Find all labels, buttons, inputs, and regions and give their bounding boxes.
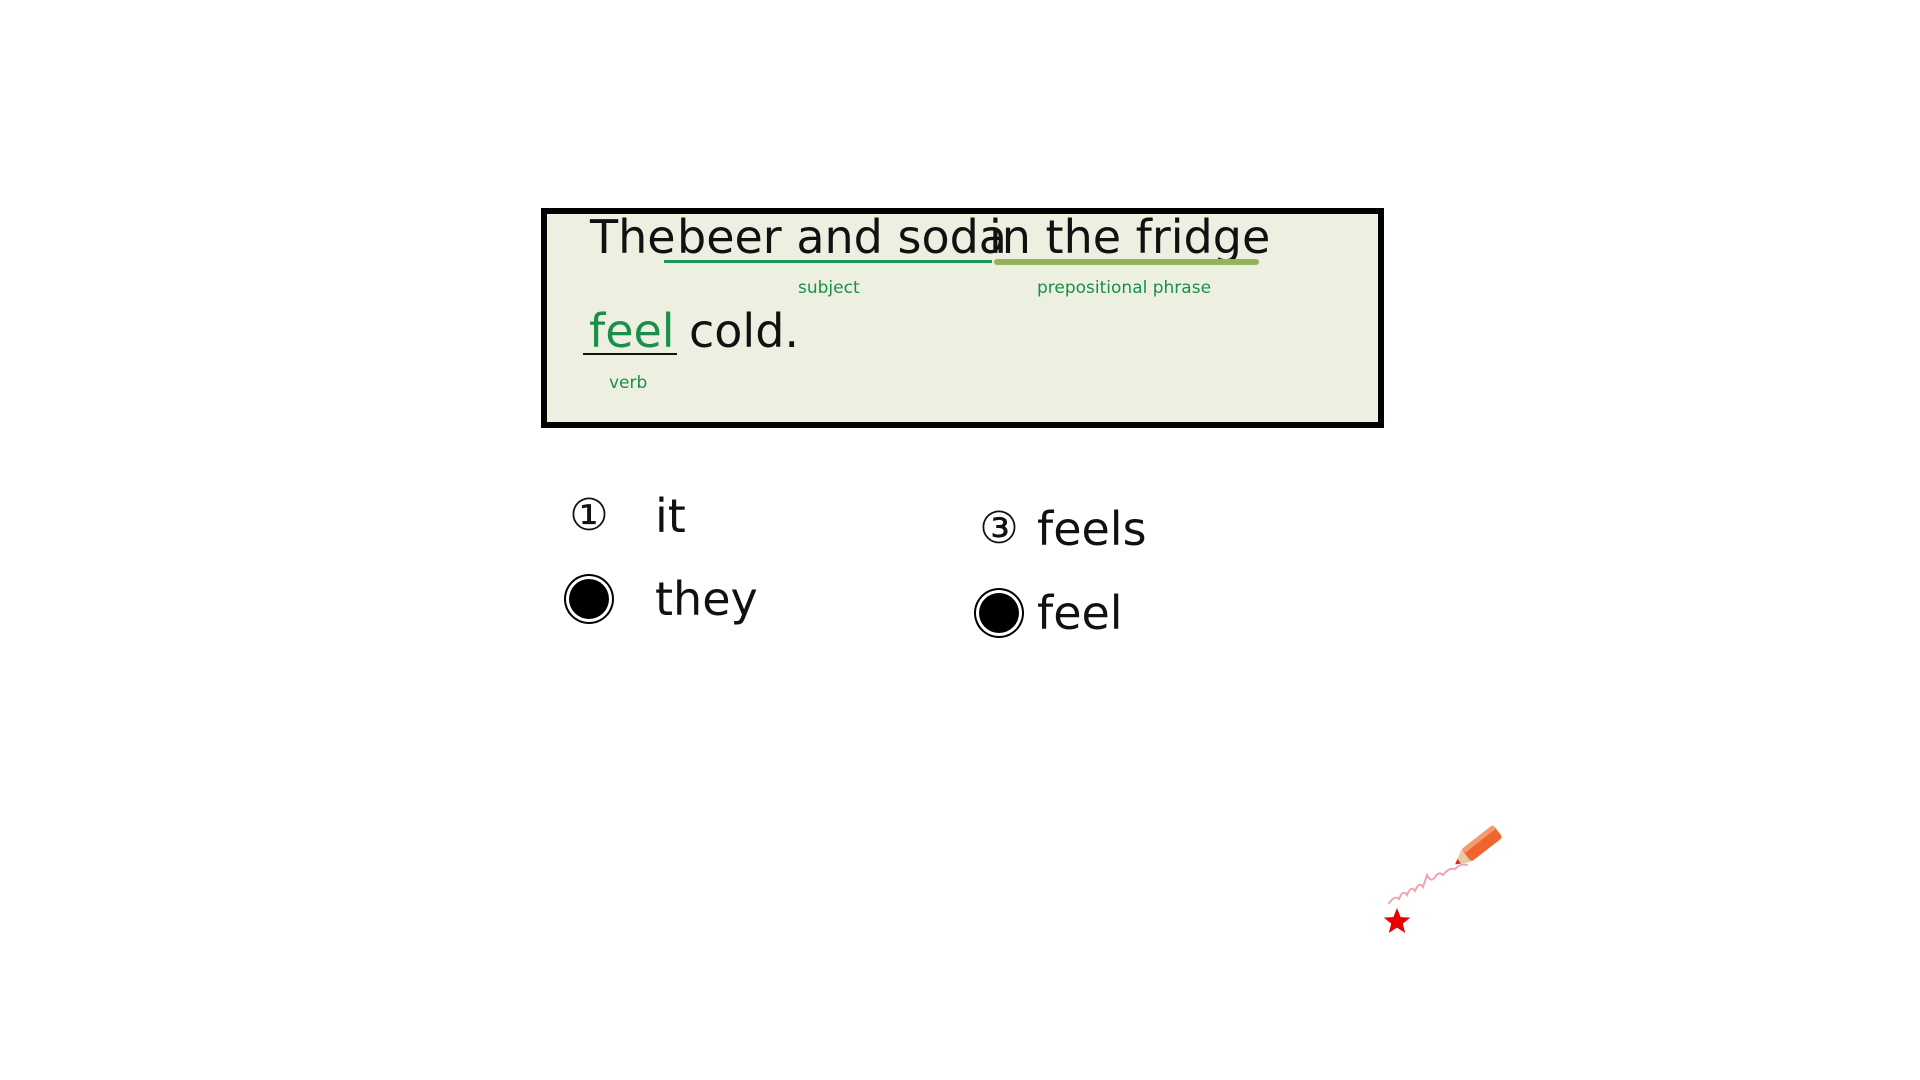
prepositional-phrase-label: prepositional phrase [1037,278,1212,298]
option-1[interactable]: ① it [565,493,686,539]
scribble-line [1388,863,1468,904]
filled-circle-icon [569,579,609,619]
option-label: feels [1037,502,1147,556]
word-the: The [590,210,676,264]
subject-label: subject [798,278,860,298]
slide: The beer and soda in the fridge subject … [0,0,1920,1080]
subject-phrase: beer and soda [677,210,1007,264]
sentence-box: The beer and soda in the fridge subject … [541,208,1384,428]
red-star-icon [1383,908,1411,933]
option-label: they [655,572,758,626]
option-number-3: ③ [979,503,1019,554]
option-4[interactable]: feel [975,590,1123,636]
subject-underline [664,260,992,263]
pencil-doodle [1383,825,1502,933]
prepositional-phrase-underline [994,259,1259,265]
option-number-1: ① [569,490,609,541]
word-cold: cold. [689,304,800,358]
red-pencil-icon [1455,825,1502,865]
option-label: feel [1037,586,1123,640]
verb-label: verb [609,373,648,393]
verb-underline [583,353,677,355]
option-3[interactable]: ③ feels [975,502,1147,556]
option-label: it [655,489,686,543]
filled-circle-icon [979,593,1019,633]
option-2[interactable]: they [565,576,758,622]
verb-word: feel [589,304,675,358]
prepositional-phrase: in the fridge [989,210,1271,264]
